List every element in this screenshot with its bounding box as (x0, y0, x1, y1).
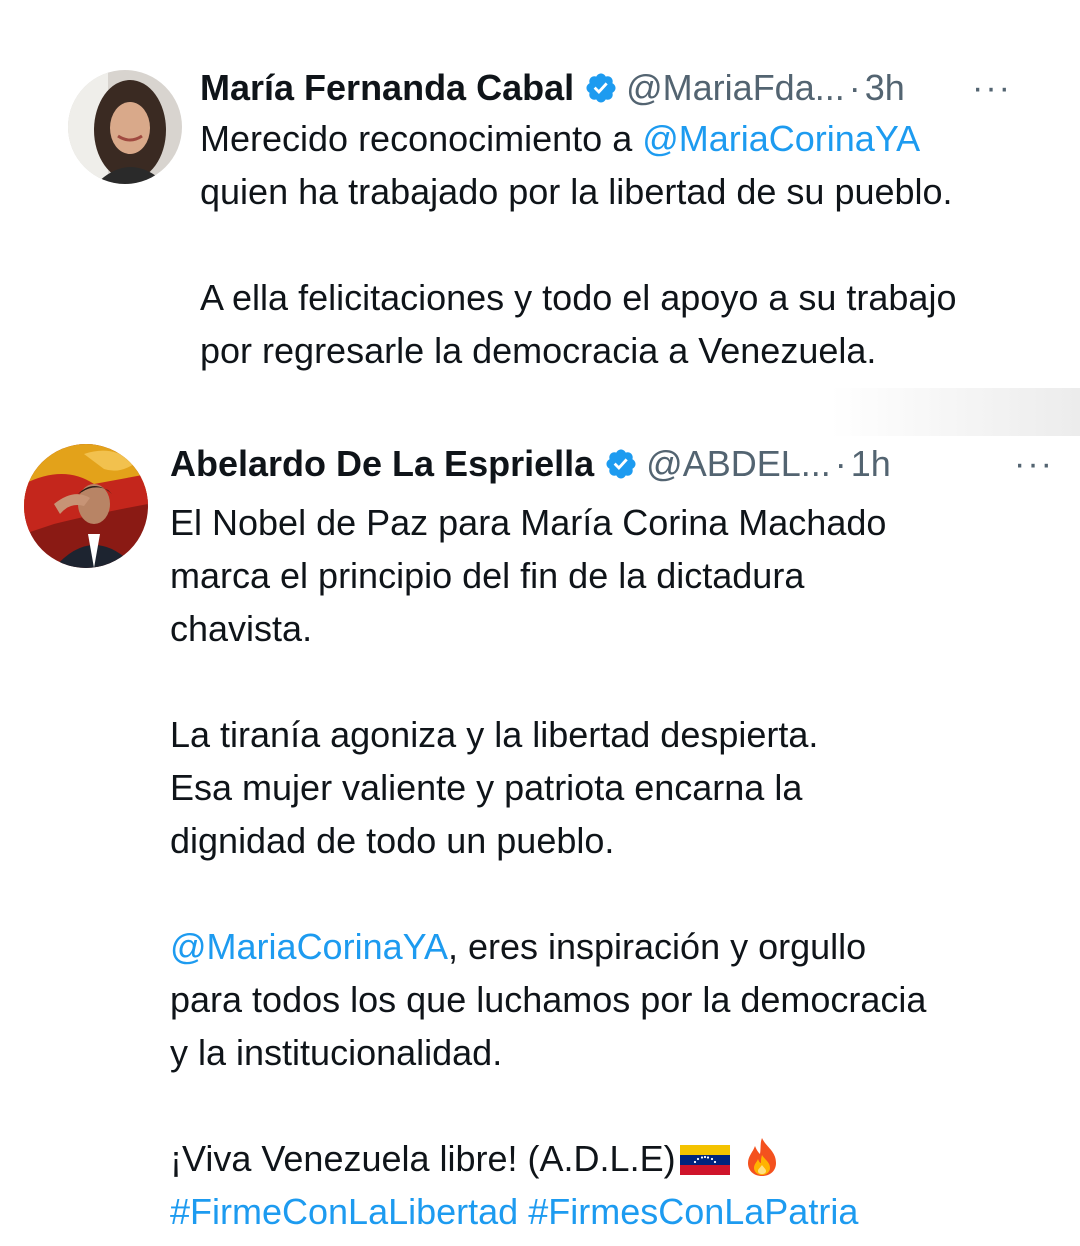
text-line: La tiranía agoniza y la libertad despier… (170, 714, 819, 755)
text-line: para todos los que luchamos por la democ… (170, 979, 927, 1020)
tweet-header: Abelardo De La Espriella @ABDEL... · 1h (170, 442, 891, 486)
text-line: chavista. (170, 608, 313, 649)
text-line: marca el principio del fin de la dictadu… (170, 555, 805, 596)
mention-link[interactable]: @MariaCorinaYA (170, 926, 448, 967)
author-handle[interactable]: @ABDEL... (646, 442, 831, 486)
tweet-abelardo-de-la-espriella[interactable]: Abelardo De La Espriella @ABDEL... · 1h … (0, 0, 1080, 1246)
separator-dot: · (834, 443, 847, 484)
hashtag-link[interactable]: #FirmesConLaPatria (528, 1191, 858, 1232)
more-options-icon[interactable]: ··· (1014, 447, 1054, 481)
text-line: , eres inspiración y orgullo (447, 926, 867, 967)
timestamp[interactable]: 1h (851, 442, 891, 486)
text-line: El Nobel de Paz para María Corina Machad… (170, 502, 887, 543)
verified-badge-icon (604, 447, 638, 481)
avatar[interactable] (24, 444, 148, 568)
text-line: ¡Viva Venezuela libre! (A.D.L.E) (170, 1138, 676, 1179)
fire-icon (744, 1137, 780, 1177)
text-line: Esa mujer valiente y patriota encarna la (170, 767, 803, 808)
venezuela-flag-icon (679, 1136, 730, 1175)
text-line: dignidad de todo un pueblo. (170, 820, 615, 861)
tweet-text: El Nobel de Paz para María Corina Machad… (170, 496, 1070, 1238)
hashtag-link[interactable]: #FirmeConLaLibertad (170, 1191, 518, 1232)
author-name[interactable]: Abelardo De La Espriella (170, 442, 594, 486)
text-line: y la institucionalidad. (170, 1032, 503, 1073)
